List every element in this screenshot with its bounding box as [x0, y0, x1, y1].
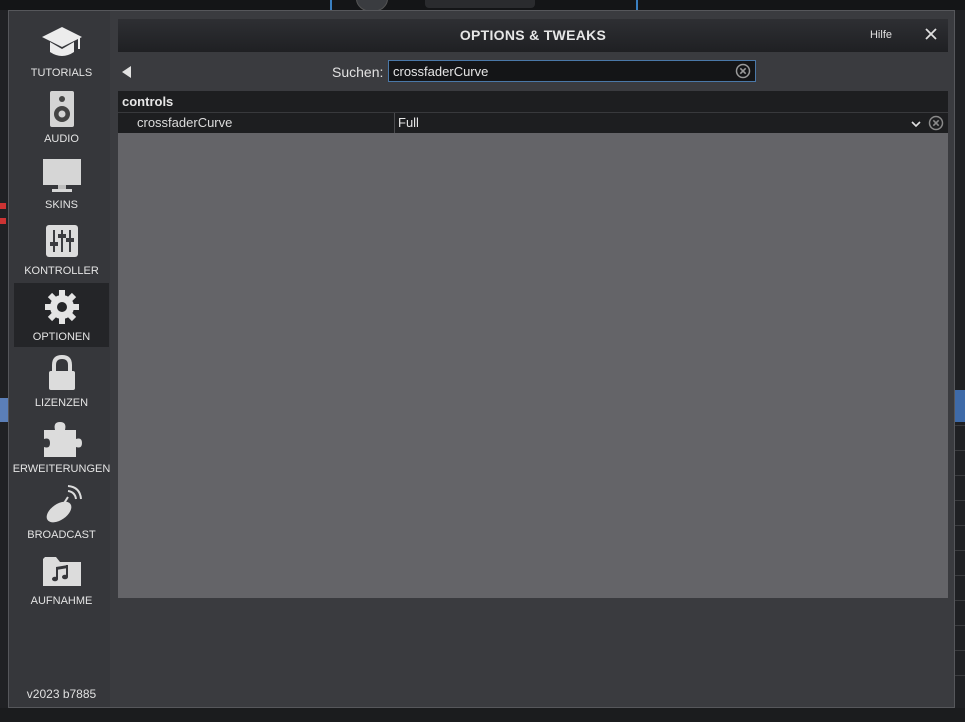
sidebar-item-label: BROADCAST	[27, 529, 96, 541]
background-right-strip	[955, 10, 965, 722]
background-row-line	[955, 575, 965, 576]
background-row-line	[955, 650, 965, 651]
sidebar-item-label: AUDIO	[44, 133, 79, 145]
sidebar-item-label: TUTORIALS	[30, 67, 93, 79]
background-row-line	[955, 675, 965, 676]
graduation-cap-icon	[40, 23, 84, 63]
sidebar-item-lizenzen[interactable]: LIZENZEN	[14, 349, 109, 413]
back-arrow-icon[interactable]	[122, 66, 131, 78]
background-selected-row	[0, 398, 8, 422]
background-row-line	[955, 600, 965, 601]
satellite-dish-icon	[40, 485, 84, 525]
background-row-line	[955, 550, 965, 551]
sidebar-item-aufnahme[interactable]: AUFNAHME	[14, 547, 109, 611]
monitor-icon	[40, 155, 84, 195]
option-row[interactable]: crossfaderCurve Full	[118, 112, 948, 133]
background-left-strip	[0, 10, 8, 710]
sidebar-item-label: OPTIONEN	[32, 331, 91, 343]
background-row-line	[955, 475, 965, 476]
option-value[interactable]: Full	[398, 113, 419, 133]
settings-sidebar: TUTORIALS AUDIO SKINS KONTROLLER OPTIONE…	[9, 11, 110, 707]
search-field[interactable]	[388, 60, 756, 82]
search-label: Suchen:	[332, 64, 384, 80]
help-button[interactable]: Hilfe	[870, 19, 892, 52]
speaker-icon	[40, 89, 84, 129]
search-input[interactable]	[393, 61, 723, 81]
column-divider	[394, 113, 395, 133]
background-deck-edge	[330, 0, 332, 10]
sidebar-item-label: KONTROLLER	[24, 265, 99, 277]
background-row-line	[955, 450, 965, 451]
lock-icon	[40, 353, 84, 393]
sidebar-item-skins[interactable]: SKINS	[14, 151, 109, 215]
puzzle-icon	[40, 419, 84, 459]
background-row-line	[955, 625, 965, 626]
music-folder-icon	[40, 551, 84, 591]
mixer-sliders-icon	[40, 221, 84, 261]
options-list: controls crossfaderCurve Full	[118, 91, 948, 598]
options-dialog: TUTORIALS AUDIO SKINS KONTROLLER OPTIONE…	[8, 10, 955, 708]
background-indicator	[0, 218, 6, 224]
sidebar-item-label: SKINS	[44, 199, 78, 211]
background-deck-edge	[636, 0, 638, 10]
close-icon[interactable]	[924, 27, 938, 41]
clear-search-icon[interactable]	[735, 63, 751, 79]
option-group-header: controls	[118, 91, 948, 112]
version-label: v2023 b7885	[26, 687, 97, 701]
sidebar-item-tutorials[interactable]: TUTORIALS	[14, 19, 109, 83]
sidebar-item-label: AUFNAHME	[30, 595, 93, 607]
reset-option-icon[interactable]	[928, 115, 944, 131]
background-eq-control	[425, 0, 535, 8]
sidebar-item-label: ERWEITERUNGEN	[12, 463, 111, 475]
sidebar-item-kontroller[interactable]: KONTROLLER	[14, 217, 109, 281]
chevron-down-icon[interactable]	[910, 117, 922, 129]
dialog-title: OPTIONS & TWEAKS	[459, 27, 607, 43]
background-bottom-bar	[0, 708, 965, 722]
sidebar-item-audio[interactable]: AUDIO	[14, 85, 109, 149]
sidebar-item-erweiterungen[interactable]: ERWEITERUNGEN	[12, 415, 111, 479]
sidebar-item-broadcast[interactable]: BROADCAST	[14, 481, 109, 545]
background-row-line	[955, 525, 965, 526]
background-row-line	[955, 500, 965, 501]
background-app-topbar	[0, 0, 965, 12]
gear-icon	[40, 287, 84, 327]
sidebar-item-label: LIZENZEN	[34, 397, 89, 409]
background-selected-row	[955, 390, 965, 422]
background-row-line	[955, 425, 965, 426]
background-indicator	[0, 203, 6, 209]
dialog-titlebar: OPTIONS & TWEAKS Hilfe	[118, 19, 948, 52]
option-name: crossfaderCurve	[137, 115, 233, 130]
sidebar-item-optionen[interactable]: OPTIONEN	[14, 283, 109, 347]
